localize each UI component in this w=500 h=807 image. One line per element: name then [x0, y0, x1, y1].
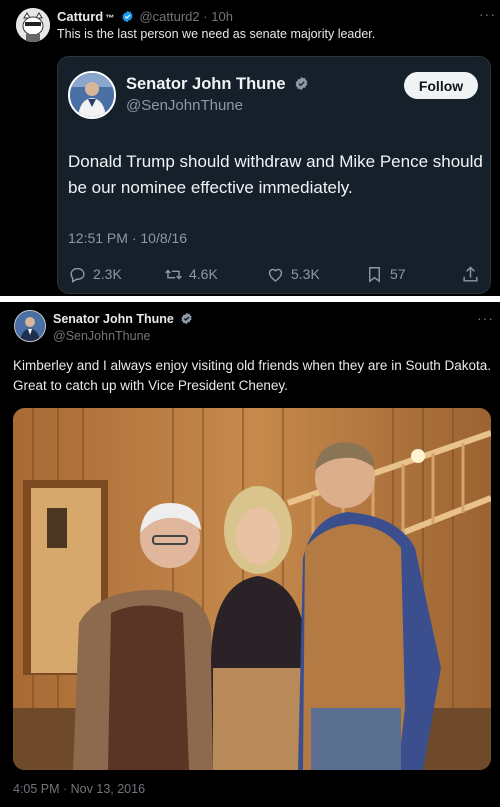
- quote-text: Donald Trump should withdraw and Mike Pe…: [68, 152, 483, 197]
- quote-author-handle[interactable]: @SenJohnThune: [126, 97, 243, 114]
- author-name-text[interactable]: Senator John Thune: [53, 312, 174, 326]
- retweet-button[interactable]: 4.6K: [164, 263, 218, 285]
- author-handle[interactable]: @SenJohnThune: [53, 329, 150, 343]
- verified-badge-icon: [122, 10, 133, 23]
- tweet2-timestamp[interactable]: 4:05 PM · Nov 13, 2016: [13, 782, 145, 796]
- like-button[interactable]: 5.3K: [266, 263, 320, 285]
- post-time[interactable]: 10h: [211, 9, 233, 24]
- quote-author-name-text[interactable]: Senator John Thune: [126, 75, 286, 93]
- thune-avatar[interactable]: [14, 310, 46, 342]
- author-handle[interactable]: @catturd2: [139, 9, 199, 24]
- tweet1-text: This is the last person we need as senat…: [57, 27, 376, 41]
- retweet-icon: [165, 269, 182, 279]
- separator: ·: [203, 9, 208, 24]
- reply-button[interactable]: 2.3K: [68, 263, 122, 285]
- bookmark-icon: [369, 266, 380, 283]
- bookmark-button[interactable]: 57: [365, 263, 406, 285]
- reply-icon: [70, 267, 85, 283]
- quote-timestamp[interactable]: 12:51 PM · 10/8/16: [68, 230, 187, 246]
- reply-count: 2.3K: [93, 266, 122, 282]
- verified-badge-icon: [295, 76, 308, 91]
- share-button[interactable]: [461, 263, 486, 285]
- share-icon: [463, 265, 478, 282]
- like-icon: [268, 268, 283, 282]
- retweet-count: 4.6K: [189, 266, 218, 282]
- more-icon[interactable]: ···: [479, 6, 496, 22]
- verified-badge-icon: [181, 312, 192, 325]
- tweet-thune: Senator John Thune @SenJohnThune ··· Kim…: [0, 302, 500, 807]
- tm-mark: ™: [105, 13, 115, 23]
- action-bar: 2.3K 4.6K 5.3K 57: [68, 263, 484, 285]
- bookmark-count: 57: [390, 266, 406, 282]
- tweet1-header: Catturd ™ @catturd2 · 10h: [57, 9, 233, 24]
- like-count: 5.3K: [291, 266, 320, 282]
- follow-button[interactable]: Follow: [404, 72, 478, 99]
- author-name[interactable]: Senator John Thune: [53, 312, 195, 326]
- tweet-catturd: Catturd ™ @catturd2 · 10h ··· This is the…: [0, 0, 500, 296]
- thune-avatar[interactable]: [68, 71, 116, 119]
- catturd-avatar[interactable]: [16, 8, 50, 42]
- tweet-photo[interactable]: [13, 408, 491, 770]
- quote-author-name[interactable]: Senator John Thune: [126, 75, 311, 94]
- tweet2-text: Kimberley and I always enjoy visiting ol…: [13, 358, 492, 393]
- more-icon[interactable]: ···: [477, 310, 494, 326]
- quoted-tweet-card[interactable]: Senator John Thune @SenJohnThune Follow …: [57, 56, 491, 294]
- author-name[interactable]: Catturd: [57, 9, 103, 24]
